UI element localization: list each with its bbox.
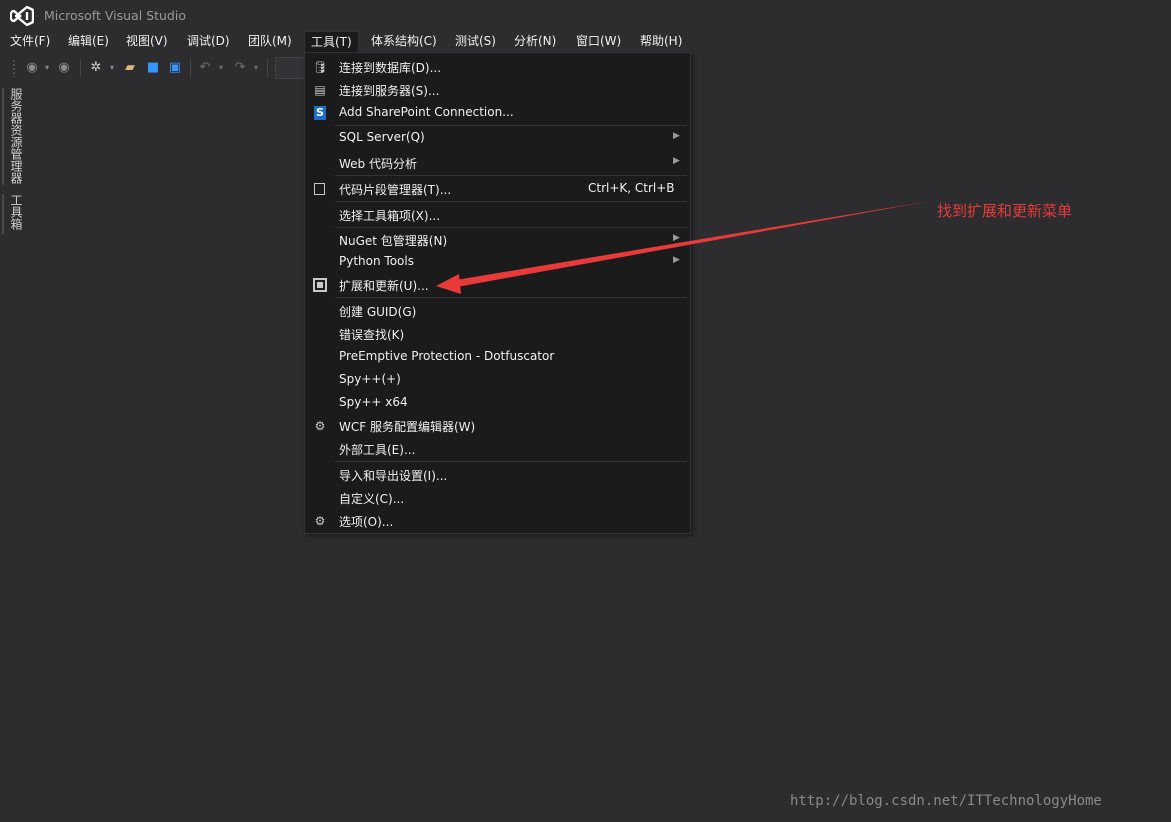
menu-item-label: 连接到数据库(D)... (339, 61, 442, 75)
menu-item-label: 扩展和更新(U)... (339, 279, 429, 293)
menu-item-web-code-analysis[interactable]: Web 代码分析 ▶ (305, 152, 690, 174)
menu-item-label: PreEmptive Protection - Dotfuscator (339, 349, 555, 363)
menu-item-error-lookup[interactable]: 错误查找(K) (305, 323, 690, 345)
menu-item-label: 外部工具(E)... (339, 443, 416, 457)
save-all-icon[interactable]: ▣ (167, 59, 183, 77)
menu-item-connect-server[interactable]: ▤ 连接到服务器(S)... (305, 79, 690, 101)
menu-item-customize[interactable]: 自定义(C)... (305, 487, 690, 509)
submenu-arrow-icon: ▶ (673, 255, 680, 265)
menu-help[interactable]: 帮助(H) (634, 31, 688, 52)
menu-item-label: 连接到服务器(S)... (339, 84, 440, 98)
standard-toolbar: ◉ ▾ ◉ ✲ ▾ ▰ ■ ▣ ↶ ▾ ↷ ▾ (0, 55, 310, 81)
sharepoint-icon: S (314, 106, 326, 120)
menu-item-choose-toolbox-items[interactable]: 选择工具箱项(X)... (305, 204, 690, 226)
menu-window[interactable]: 窗口(W) (570, 31, 627, 52)
menu-file[interactable]: 文件(F) (4, 31, 56, 52)
menu-item-spy-plus-plus[interactable]: Spy++(+) (305, 369, 690, 391)
menu-separator (335, 227, 687, 228)
redo-dropdown-icon[interactable]: ▾ (251, 59, 261, 77)
menu-separator (335, 201, 687, 202)
menu-item-label: SQL Server(Q) (339, 130, 425, 144)
back-dropdown-icon[interactable]: ▾ (42, 59, 52, 77)
menu-item-label: 导入和导出设置(I)... (339, 469, 448, 483)
toolbar-separator (190, 59, 191, 77)
connect-database-icon: 🛢 (312, 60, 328, 74)
menu-separator (335, 461, 687, 462)
menu-item-extensions-and-updates[interactable]: 扩展和更新(U)... (305, 274, 690, 296)
menu-item-shortcut: Ctrl+K, Ctrl+B (588, 181, 675, 195)
wcf-config-icon: ⚙ (314, 419, 326, 433)
menu-team[interactable]: 团队(M) (242, 31, 298, 52)
menu-item-nuget-package-manager[interactable]: NuGet 包管理器(N) ▶ (305, 229, 690, 251)
menu-item-dotfuscator[interactable]: PreEmptive Protection - Dotfuscator (305, 346, 690, 368)
menu-item-label: WCF 服务配置编辑器(W) (339, 420, 476, 434)
new-project-icon[interactable]: ✲ (88, 59, 104, 77)
menu-item-spy-plus-plus-x64[interactable]: Spy++ x64 (305, 392, 690, 414)
tools-menu-dropdown: 🛢 连接到数据库(D)... ▤ 连接到服务器(S)... S Add Shar… (304, 52, 691, 534)
window-title: Microsoft Visual Studio (44, 8, 186, 23)
menu-item-label: 自定义(C)... (339, 492, 405, 506)
menu-architecture[interactable]: 体系结构(C) (365, 31, 443, 52)
menu-item-label: 选项(O)... (339, 515, 394, 529)
menu-bar: 文件(F) 编辑(E) 视图(V) 调试(D) 团队(M) 工具(T) 体系结构… (0, 31, 700, 53)
solution-config-combo[interactable] (275, 57, 307, 79)
menu-item-add-sharepoint-connection[interactable]: S Add SharePoint Connection... (305, 102, 690, 124)
watermark: http://blog.csdn.net/ITTechnologyHome (790, 793, 1102, 809)
menu-item-label: 创建 GUID(G) (339, 305, 417, 319)
menu-test[interactable]: 测试(S) (449, 31, 502, 52)
submenu-arrow-icon: ▶ (673, 233, 680, 243)
menu-item-label: Python Tools (339, 254, 414, 268)
menu-tools[interactable]: 工具(T) (304, 31, 359, 53)
visual-studio-logo-icon (10, 6, 34, 26)
menu-item-label: 代码片段管理器(T)... (339, 183, 452, 197)
menu-analyze[interactable]: 分析(N) (508, 31, 562, 52)
server-explorer-tab[interactable]: 服务器资源管理器 (0, 88, 25, 185)
menu-item-options[interactable]: ⚙ 选项(O)... (305, 510, 690, 532)
menu-item-code-snippets-manager[interactable]: 代码片段管理器(T)... Ctrl+K, Ctrl+B (305, 178, 690, 200)
menu-view[interactable]: 视图(V) (120, 31, 174, 52)
toolbar-separator (267, 59, 268, 77)
options-gear-icon: ⚙ (314, 514, 326, 528)
menu-item-wcf-config-editor[interactable]: ⚙ WCF 服务配置编辑器(W) (305, 415, 690, 437)
menu-item-python-tools[interactable]: Python Tools ▶ (305, 251, 690, 273)
menu-item-label: Spy++(+) (339, 372, 401, 386)
undo-icon[interactable]: ↶ (197, 59, 213, 77)
connect-server-icon: ▤ (314, 83, 326, 97)
toolbar-grip[interactable] (12, 59, 16, 77)
menu-item-label: 错误查找(K) (339, 328, 405, 342)
menu-item-import-export-settings[interactable]: 导入和导出设置(I)... (305, 464, 690, 486)
submenu-arrow-icon: ▶ (673, 131, 680, 141)
menu-item-connect-database[interactable]: 🛢 连接到数据库(D)... (305, 56, 690, 78)
menu-item-create-guid[interactable]: 创建 GUID(G) (305, 300, 690, 322)
code-snippet-icon (314, 183, 325, 195)
undo-dropdown-icon[interactable]: ▾ (216, 59, 226, 77)
menu-item-label: Add SharePoint Connection... (339, 105, 514, 119)
title-bar: Microsoft Visual Studio (0, 0, 1171, 32)
menu-separator (335, 125, 687, 126)
menu-item-label: Web 代码分析 (339, 157, 417, 171)
menu-separator (335, 175, 687, 176)
new-dropdown-icon[interactable]: ▾ (107, 59, 117, 77)
menu-item-label: 选择工具箱项(X)... (339, 209, 441, 223)
menu-item-label: NuGet 包管理器(N) (339, 234, 448, 248)
submenu-arrow-icon: ▶ (673, 156, 680, 166)
toolbox-tab[interactable]: 工具箱 (0, 194, 25, 234)
menu-edit[interactable]: 编辑(E) (62, 31, 115, 52)
extensions-icon (313, 278, 327, 292)
annotation-label: 找到扩展和更新菜单 (937, 202, 1073, 220)
navigate-back-icon[interactable]: ◉ (24, 59, 40, 77)
menu-item-sql-server[interactable]: SQL Server(Q) ▶ (305, 127, 690, 149)
save-icon[interactable]: ■ (145, 59, 161, 77)
redo-icon[interactable]: ↷ (232, 59, 248, 77)
open-folder-icon[interactable]: ▰ (122, 59, 138, 77)
toolbar-separator (80, 59, 81, 77)
menu-debug[interactable]: 调试(D) (181, 31, 236, 52)
menu-item-external-tools[interactable]: 外部工具(E)... (305, 438, 690, 460)
navigate-forward-icon[interactable]: ◉ (56, 59, 72, 77)
menu-item-label: Spy++ x64 (339, 395, 408, 409)
menu-separator (335, 297, 687, 298)
